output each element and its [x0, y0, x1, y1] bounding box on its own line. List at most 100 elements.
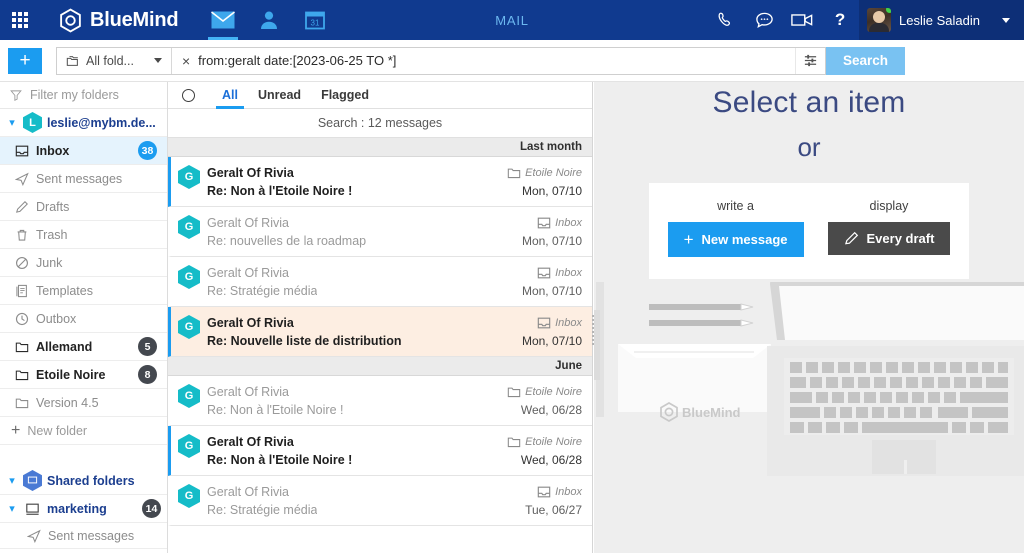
sidebar-item-trash[interactable]: Trash: [0, 221, 167, 249]
message-group-header: June: [168, 357, 592, 376]
video-call-button[interactable]: [783, 0, 821, 40]
sidebar-item-label: Sent messages: [48, 528, 135, 543]
shared-folders-row[interactable]: ▾ Shared folders: [0, 467, 167, 495]
or-separator: or: [797, 132, 821, 162]
sidebar-item-junk[interactable]: Junk: [0, 249, 167, 277]
search-toolbar: + All fold... × from:geralt date:[2023-0…: [0, 40, 1024, 82]
folder-icon: [14, 396, 29, 410]
avatar-initial: G: [178, 315, 200, 339]
message-bottom-line: Re: Stratégie média Tue, 06/27: [207, 503, 582, 517]
new-message-label: New message: [701, 232, 788, 247]
draft-icon: [14, 200, 29, 214]
mailbox-icon: [23, 498, 42, 519]
user-menu[interactable]: Leslie Saladin: [859, 0, 1024, 40]
sidebar-item-templates[interactable]: Templates: [0, 277, 167, 305]
pencil-icon: [844, 231, 858, 245]
sidebar-item-allemand[interactable]: Allemand 5: [0, 333, 167, 361]
shared-mailbox-marketing[interactable]: ▾ marketing 14: [0, 495, 167, 523]
avatar-initial: G: [178, 434, 200, 458]
new-folder-label: New folder: [27, 423, 88, 438]
sidebar-item-outbox[interactable]: Outbox: [0, 305, 167, 333]
chevron-down-icon[interactable]: ▾: [6, 474, 18, 487]
sidebar-item-marketing-sent[interactable]: Sent messages: [0, 523, 167, 549]
tab-flagged[interactable]: Flagged: [311, 82, 379, 109]
video-camera-icon: [791, 14, 813, 26]
tab-unread[interactable]: Unread: [248, 82, 311, 109]
avatar-initial: G: [178, 165, 200, 189]
message-sender: Geralt Of Rivia: [207, 434, 294, 449]
search-scope-dropdown[interactable]: All fold...: [57, 47, 172, 74]
brand-logo-link[interactable]: BlueMind: [58, 7, 179, 33]
message-sender: Geralt Of Rivia: [207, 165, 294, 180]
topbar-right-group: ? Leslie Saladin: [707, 0, 1024, 40]
sidebar-item-etoile-noire[interactable]: Etoile Noire 8: [0, 361, 167, 389]
advanced-search-button[interactable]: [795, 47, 825, 74]
outbox-icon: [14, 312, 29, 326]
avatar-initial: G: [178, 265, 200, 289]
message-subject: Re: Nouvelle liste de distribution: [207, 333, 402, 348]
sidebar-item-label: Allemand: [36, 339, 93, 354]
grip-dots-icon: [592, 314, 594, 346]
phone-button[interactable]: [707, 0, 745, 40]
mailbox-account-row[interactable]: ▾ L leslie@mybm.de...: [0, 109, 167, 137]
search-input[interactable]: from:geralt date:[2023-06-25 TO *]: [198, 53, 795, 68]
message-folder-tag: Etoile Noire: [507, 385, 582, 399]
folder-filter-input[interactable]: Filter my folders: [0, 82, 167, 109]
message-row[interactable]: G Geralt Of Rivia Inbox Re: Stratégie média…: [168, 257, 592, 307]
app-icon-calendar[interactable]: 31: [292, 0, 338, 40]
compose-new-button[interactable]: +: [8, 47, 42, 74]
sidebar-item-inbox[interactable]: Inbox 38: [0, 137, 167, 165]
account-email: leslie@mybm.de...: [47, 115, 156, 130]
panel-splitter-handle[interactable]: [590, 305, 596, 355]
app-launcher-button[interactable]: [0, 0, 40, 40]
app-icon-contacts[interactable]: [246, 0, 292, 40]
message-top-line: Geralt Of Rivia Etoile Noire: [207, 435, 582, 449]
message-row[interactable]: G Geralt Of Rivia Etoile Noire Re: Non à l'…: [168, 157, 592, 207]
message-row[interactable]: G Geralt Of Rivia Etoile Noire Re: Non à l'…: [168, 426, 592, 476]
monitor-icon: [26, 503, 39, 515]
app-icon-mail[interactable]: [200, 0, 246, 40]
plus-icon: +: [11, 421, 21, 439]
junk-icon: [14, 256, 29, 270]
message-list-panel: All Unread Flagged Search : 12 messages La…: [168, 82, 593, 553]
message-row[interactable]: G Geralt Of Rivia Inbox Re: Stratégie média…: [168, 476, 592, 526]
chevron-down-icon[interactable]: ▾: [6, 502, 18, 515]
message-row[interactable]: G Geralt Of Rivia Inbox Re: Nouvelle liste …: [168, 307, 592, 357]
help-button[interactable]: ?: [821, 0, 859, 40]
sidebar-item-version-4-5[interactable]: Version 4.5: [0, 389, 167, 417]
search-submit-button[interactable]: Search: [826, 46, 906, 75]
every-draft-button[interactable]: Every draft: [827, 222, 951, 255]
message-top-line: Geralt Of Rivia Inbox: [207, 266, 582, 280]
select-all-toggle[interactable]: [182, 88, 195, 102]
message-sender: Geralt Of Rivia: [207, 384, 289, 399]
message-group-header: Last month: [168, 138, 592, 157]
folder-icon: [14, 340, 29, 354]
sliders-icon: [804, 54, 817, 67]
sidebar-item-sent-messages[interactable]: Sent messages: [0, 165, 167, 193]
avatar-initial: G: [178, 215, 200, 239]
message-top-line: Geralt Of Rivia Inbox: [207, 216, 582, 230]
sent-icon: [14, 172, 29, 186]
sidebar-item-drafts[interactable]: Drafts: [0, 193, 167, 221]
calendar-icon: 31: [305, 11, 326, 30]
unread-count-badge: 8: [138, 365, 157, 384]
tab-all[interactable]: All: [212, 82, 248, 109]
svg-text:31: 31: [311, 19, 320, 28]
avatar-initial: G: [178, 484, 200, 508]
sent-icon: [26, 529, 41, 543]
shared-glyph-icon: [27, 476, 38, 484]
new-message-button[interactable]: + New message: [667, 222, 804, 257]
message-row[interactable]: G Geralt Of Rivia Etoile Noire Re: Non à l'…: [168, 376, 592, 426]
chevron-down-icon[interactable]: ▾: [6, 116, 18, 129]
account-avatar: L: [23, 112, 42, 133]
message-folder-tag: Inbox: [537, 266, 582, 280]
user-name: Leslie Saladin: [899, 12, 980, 28]
messages-container: Last month G Geralt Of Rivia Etoile Noire Re…: [168, 138, 592, 526]
new-folder-button[interactable]: + New folder: [0, 417, 167, 445]
marketing-count-badge: 14: [142, 499, 161, 518]
message-row[interactable]: G Geralt Of Rivia Inbox Re: nouvelles de la…: [168, 207, 592, 257]
message-sender: Geralt Of Rivia: [207, 265, 289, 280]
clear-search-button[interactable]: ×: [172, 54, 198, 68]
display-label: display: [869, 199, 909, 213]
chat-button[interactable]: [745, 0, 783, 40]
